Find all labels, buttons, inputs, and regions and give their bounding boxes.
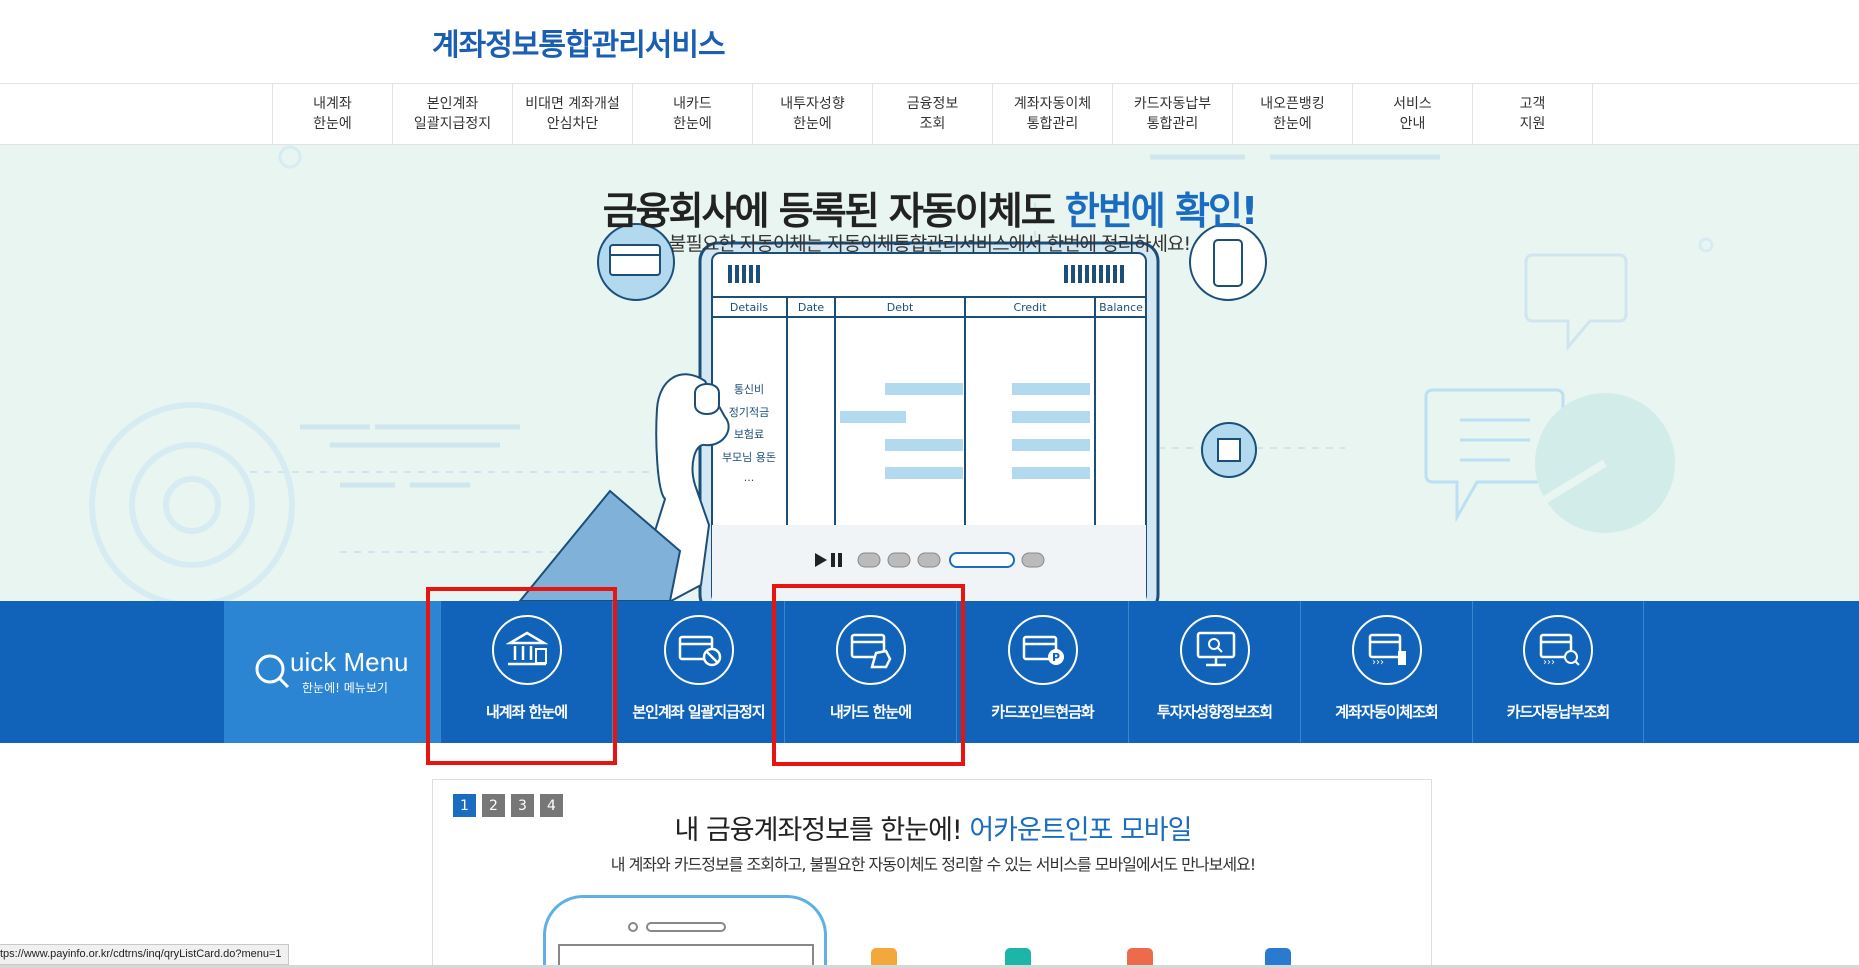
hero-banner: Details Date Debt Credit Balance 통신비 정기적… [0,145,1859,601]
quick-menu-label: 계좌자동이체조회 [1335,703,1438,721]
site-logo[interactable]: 계좌정보통합관리서비스 [432,20,726,64]
svg-text:P: P [1051,651,1059,664]
table-header-details: Details [730,301,768,314]
nav-label: 내오픈뱅킹 [1260,96,1325,112]
nav-label: 서비스 [1393,96,1432,112]
main-navigation: 내계좌한눈에 본인계좌일괄지급정지 비대면 계좌개설안심차단 내카드한눈에 내투… [272,84,1593,144]
quick-menu-card-point[interactable]: P 카드포인트현금화 [956,601,1128,743]
quick-menu-invest-profile[interactable]: 투자자성향정보조회 [1128,601,1300,743]
hero-title-highlight: 한번에 확인! [1064,189,1258,233]
nav-item-nonface-block[interactable]: 비대면 계좌개설안심차단 [513,84,633,144]
nav-item-service-info[interactable]: 서비스안내 [1353,84,1473,144]
nav-item-finance-info[interactable]: 금융정보조회 [873,84,993,144]
hero-title-main: 금융회사에 등록된 자동이체도 [602,189,1065,233]
nav-item-open-banking[interactable]: 내오픈뱅킹한눈에 [1233,84,1353,144]
table-header-date: Date [798,301,825,314]
quick-menu-my-card[interactable]: 내카드 한눈에 [784,601,956,743]
table-header-credit: Credit [1013,301,1047,314]
nav-label: 안내 [1399,116,1426,132]
nav-item-auto-transfer[interactable]: 계좌자동이체통합관리 [993,84,1113,144]
nav-label: 통합관리 [1146,116,1199,132]
nav-item-account-stop[interactable]: 본인계좌일괄지급정지 [393,84,513,144]
nav-label: 안심차단 [546,116,599,132]
table-header-balance: Balance [1099,301,1143,314]
table-row-label: ... [744,471,755,484]
nav-label: 한눈에 [313,116,352,132]
phone-illustration [543,895,827,968]
nav-label: 한눈에 [673,116,712,132]
quick-menu-label: 투자자성향정보조회 [1156,703,1273,721]
phone-speaker [646,922,726,932]
quick-menu-label: 내카드 한눈에 [829,703,912,721]
nav-label: 일괄지급정지 [413,116,492,132]
browser-status-url: tps://www.payinfo.or.kr/cdtrns/inq/qryLi… [0,944,289,965]
quick-menu-label: 본인계좌 일괄지급정지 [632,703,765,721]
quick-menu-account-transfer[interactable]: ››› 계좌자동이체조회 [1300,601,1472,743]
nav-item-my-account[interactable]: 내계좌한눈에 [273,84,393,144]
quick-menu-my-account[interactable]: 내계좌 한눈에 [440,601,612,743]
quick-menu-subtitle: 한눈에! 메뉴보기 [302,681,388,695]
quick-menu-account-stop[interactable]: 본인계좌 일괄지급정지 [612,601,784,743]
hero-subtitle: 불필요한 자동이체는 자동이체통합관리서비스에서 한번에 정리하세요! [668,233,1191,255]
search-icon [255,654,290,689]
quick-menu-title: uick Menu [290,647,409,677]
svg-text:›››: ››› [1543,657,1555,668]
hero-title: 금융회사에 등록된 자동이체도 한번에 확인! [0,180,1859,235]
card-point-icon: P [1007,615,1078,685]
card-search-icon: ››› [1523,615,1593,685]
panel-title-highlight: 어카운트인포 모바일 [969,815,1192,846]
card-hand-icon [835,615,906,685]
phone-camera [628,922,638,932]
nav-label: 내투자성향 [780,96,845,112]
mobile-promo-panel: 1 2 3 4 내 금융계좌정보를 한눈에! 어카운트인포 모바일 내 계좌와 … [432,779,1432,968]
panel-title-main: 내 금융계좌정보를 한눈에! [674,815,970,846]
panel-title: 내 금융계좌정보를 한눈에! 어카운트인포 모바일 [433,808,1433,847]
nav-label: 통합관리 [1026,116,1079,132]
panel-subtitle: 내 계좌와 카드정보를 조회하고, 불필요한 자동이체도 정리할 수 있는 서비… [610,855,1256,874]
account-transfer-icon: ››› [1351,615,1422,685]
quick-menu-header: uick Menu 한눈에! 메뉴보기 [224,601,440,743]
nav-label: 계좌자동이체 [1013,96,1092,112]
nav-label: 내계좌 [313,96,352,112]
nav-label: 비대면 계좌개설 [525,96,620,112]
page: 계좌정보통합관리서비스 내계좌한눈에 본인계좌일괄지급정지 비대면 계좌개설안심… [0,0,1859,968]
bank-icon [491,615,562,685]
nav-item-support[interactable]: 고객지원 [1473,84,1593,144]
nav-label: 금융정보 [906,96,959,112]
nav-label: 내카드 [673,96,712,112]
table-row-label: 부모님 용돈 [722,451,776,464]
table-row-label: 통신비 [734,383,764,396]
nav-label: 한눈에 [793,116,832,132]
table-row-label: 보험료 [734,428,764,441]
nav-item-card-autopay[interactable]: 카드자동납부통합관리 [1113,84,1233,144]
nav-label: 본인계좌 [426,96,479,112]
monitor-search-icon [1179,615,1250,685]
nav-label: 조회 [919,116,946,132]
quick-menu-label: 내계좌 한눈에 [485,703,568,721]
nav-label: 고객 [1519,96,1546,112]
table-row-label: 정기적금 [729,406,769,419]
svg-text:›››: ››› [1372,657,1384,668]
table-header-debt: Debt [887,301,914,314]
nav-item-invest-profile[interactable]: 내투자성향한눈에 [753,84,873,144]
header: 계좌정보통합관리서비스 [0,0,1859,84]
nav-label: 지원 [1519,116,1546,132]
nav-label: 한눈에 [1273,116,1312,132]
quick-menu-label: 카드포인트현금화 [991,703,1094,721]
quick-menu-card-autopay[interactable]: ››› 카드자동납부조회 [1472,601,1644,743]
card-block-icon [663,615,734,685]
quick-menu-label: 카드자동납부조회 [1506,703,1610,721]
nav-label: 카드자동납부 [1133,96,1212,112]
nav-item-my-card[interactable]: 내카드한눈에 [633,84,753,144]
